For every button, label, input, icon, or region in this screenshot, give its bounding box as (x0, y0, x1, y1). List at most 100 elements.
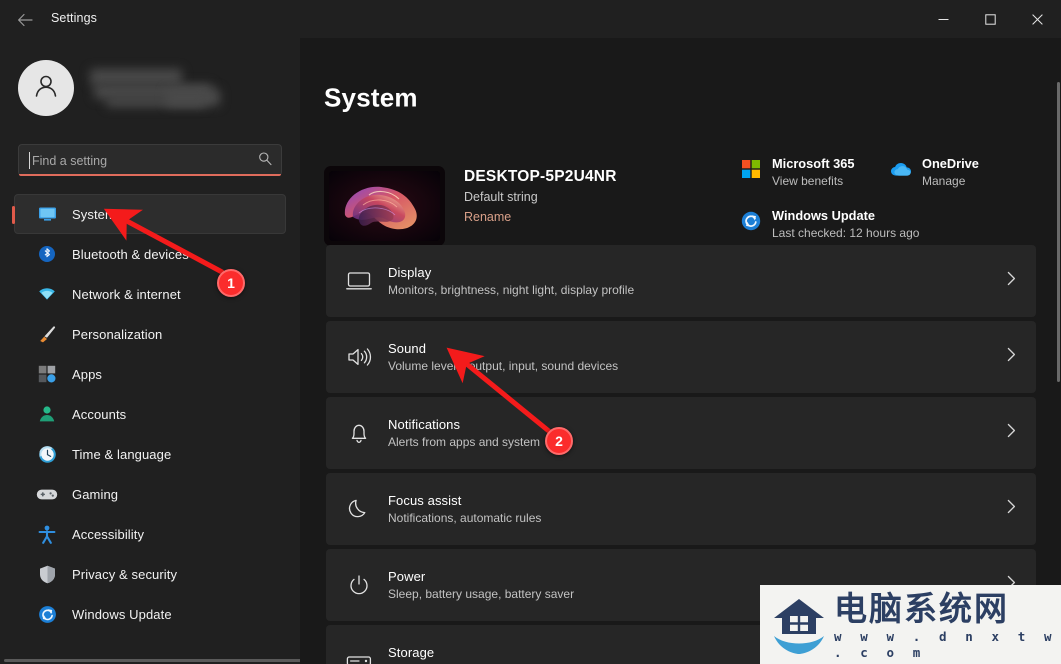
sidebar-item-label: Windows Update (72, 606, 172, 622)
chevron-right-icon (1007, 271, 1016, 291)
settings-card-focus-assist[interactable]: Focus assist Notifications, automatic ru… (326, 473, 1036, 545)
settings-card-subtitle: Sleep, battery usage, battery saver (388, 587, 575, 601)
account-icon (36, 404, 58, 424)
sidebar-item-label: Accessibility (72, 526, 145, 542)
settings-card-subtitle: Volume levels, output, input, sound devi… (388, 359, 619, 373)
sidebar-item-label: Apps (72, 366, 103, 382)
device-summary: DESKTOP-5P2U4NR Default string Rename (324, 166, 617, 246)
chevron-right-icon (1007, 423, 1016, 443)
wifi-icon (36, 284, 58, 304)
device-wallpaper-thumbnail (324, 166, 445, 246)
quick-links: Microsoft 365 View benefits OneDrive Man… (740, 156, 1055, 240)
settings-card-sound[interactable]: Sound Volume levels, output, input, soun… (326, 321, 1036, 393)
close-icon (1032, 13, 1043, 25)
sidebar-item-privacy-security[interactable]: Privacy & security (14, 554, 286, 594)
main-content: System DESKTOP-5P2U4NR Default string Re… (300, 38, 1061, 664)
quick-link-subtitle: Manage (922, 174, 966, 188)
quick-link-microsoft-365[interactable]: Microsoft 365 View benefits (740, 156, 890, 188)
back-button[interactable] (10, 7, 40, 33)
settings-card-subtitle: Alerts from apps and system (388, 435, 541, 449)
sidebar-horizontal-scrollbar[interactable] (0, 658, 334, 664)
quick-link-subtitle: View benefits (772, 174, 844, 188)
window-title: Settings (51, 11, 97, 25)
device-model: Default string (464, 190, 538, 204)
display-icon (342, 270, 376, 292)
watermark-url: w w w . d n x t w . c o m (834, 628, 1058, 660)
maximize-button[interactable] (967, 0, 1014, 38)
device-name: DESKTOP-5P2U4NR (464, 168, 617, 185)
sidebar-item-windows-update[interactable]: Windows Update (14, 594, 286, 634)
paintbrush-icon (36, 324, 58, 344)
scrollbar-thumb[interactable] (1057, 82, 1060, 382)
sidebar-item-network-internet[interactable]: Network & internet (14, 274, 286, 314)
speaker-icon (342, 346, 376, 368)
text-caret (29, 152, 30, 169)
settings-window: Settings Find a setting System Bluetooth… (0, 0, 1061, 664)
sidebar: Find a setting System Bluetooth & device… (0, 38, 334, 664)
user-profile[interactable] (18, 60, 226, 116)
quick-link-windows-update[interactable]: Windows Update Last checked: 12 hours ag… (740, 208, 919, 240)
gamepad-icon (36, 484, 58, 504)
sidebar-item-apps[interactable]: Apps (14, 354, 286, 394)
scrollbar-thumb[interactable] (4, 659, 334, 662)
maximize-icon (985, 13, 996, 25)
settings-card-subtitle: Notifications, automatic rules (388, 511, 542, 525)
sidebar-item-system[interactable]: System (12, 194, 286, 234)
search-placeholder: Find a setting (32, 154, 108, 168)
sidebar-item-personalization[interactable]: Personalization (14, 314, 286, 354)
search-icon[interactable] (258, 152, 272, 171)
back-arrow-icon (17, 13, 33, 27)
monitor-icon (36, 204, 58, 224)
update-icon (36, 604, 58, 624)
microsoft-365-icon (740, 158, 762, 180)
sidebar-item-time-language[interactable]: Time & language (14, 434, 286, 474)
avatar (18, 60, 74, 116)
settings-card-title: Notifications (388, 417, 461, 432)
power-icon (342, 574, 376, 596)
sidebar-item-label: Bluetooth & devices (72, 246, 189, 262)
settings-card-title: Power (388, 569, 426, 584)
quick-link-onedrive[interactable]: OneDrive Manage (890, 156, 979, 188)
quick-link-title: OneDrive (922, 156, 979, 171)
search-input[interactable]: Find a setting (18, 144, 282, 176)
minimize-button[interactable] (920, 0, 967, 38)
sidebar-item-label: Network & internet (72, 286, 181, 302)
moon-icon (342, 498, 376, 520)
apps-grid-icon (36, 364, 58, 384)
account-name-redacted (88, 67, 226, 109)
settings-card-notifications[interactable]: Notifications Alerts from apps and syste… (326, 397, 1036, 469)
settings-card-title: Display (388, 265, 432, 280)
settings-card-title: Storage (388, 645, 435, 660)
quick-link-subtitle: Last checked: 12 hours ago (772, 226, 920, 240)
sidebar-item-label: Personalization (72, 326, 163, 342)
sidebar-item-label: Time & language (72, 446, 172, 462)
chevron-right-icon (1007, 499, 1016, 519)
watermark: 电脑系统网 w w w . d n x t w . c o m (760, 585, 1061, 664)
quick-link-title: Microsoft 365 (772, 156, 855, 171)
sidebar-item-label: System (72, 206, 116, 222)
settings-card-display[interactable]: Display Monitors, brightness, night ligh… (326, 245, 1036, 317)
sidebar-item-label: Privacy & security (72, 566, 178, 582)
sidebar-item-label: Accounts (72, 406, 127, 422)
onedrive-cloud-icon (890, 158, 912, 180)
accessibility-icon (36, 524, 58, 544)
page-title: System (324, 82, 418, 113)
rename-link[interactable]: Rename (464, 210, 617, 224)
annotation-marker-2: 2 (545, 427, 573, 455)
navigation-list: System Bluetooth & devices Network & int… (12, 194, 286, 634)
shield-icon (36, 564, 58, 584)
sidebar-item-bluetooth-devices[interactable]: Bluetooth & devices (14, 234, 286, 274)
windows-update-icon (740, 210, 762, 232)
settings-card-title: Focus assist (388, 493, 462, 508)
sidebar-item-gaming[interactable]: Gaming (14, 474, 286, 514)
sidebar-item-accessibility[interactable]: Accessibility (14, 514, 286, 554)
window-controls (920, 0, 1061, 38)
sidebar-item-label: Gaming (72, 486, 119, 502)
sidebar-item-accounts[interactable]: Accounts (14, 394, 286, 434)
settings-card-subtitle: Monitors, brightness, night light, displ… (388, 283, 635, 297)
close-button[interactable] (1014, 0, 1061, 38)
hard-drive-icon (342, 653, 376, 664)
clock-icon (36, 444, 58, 464)
minimize-icon (938, 14, 949, 25)
main-vertical-scrollbar[interactable] (1057, 82, 1060, 642)
